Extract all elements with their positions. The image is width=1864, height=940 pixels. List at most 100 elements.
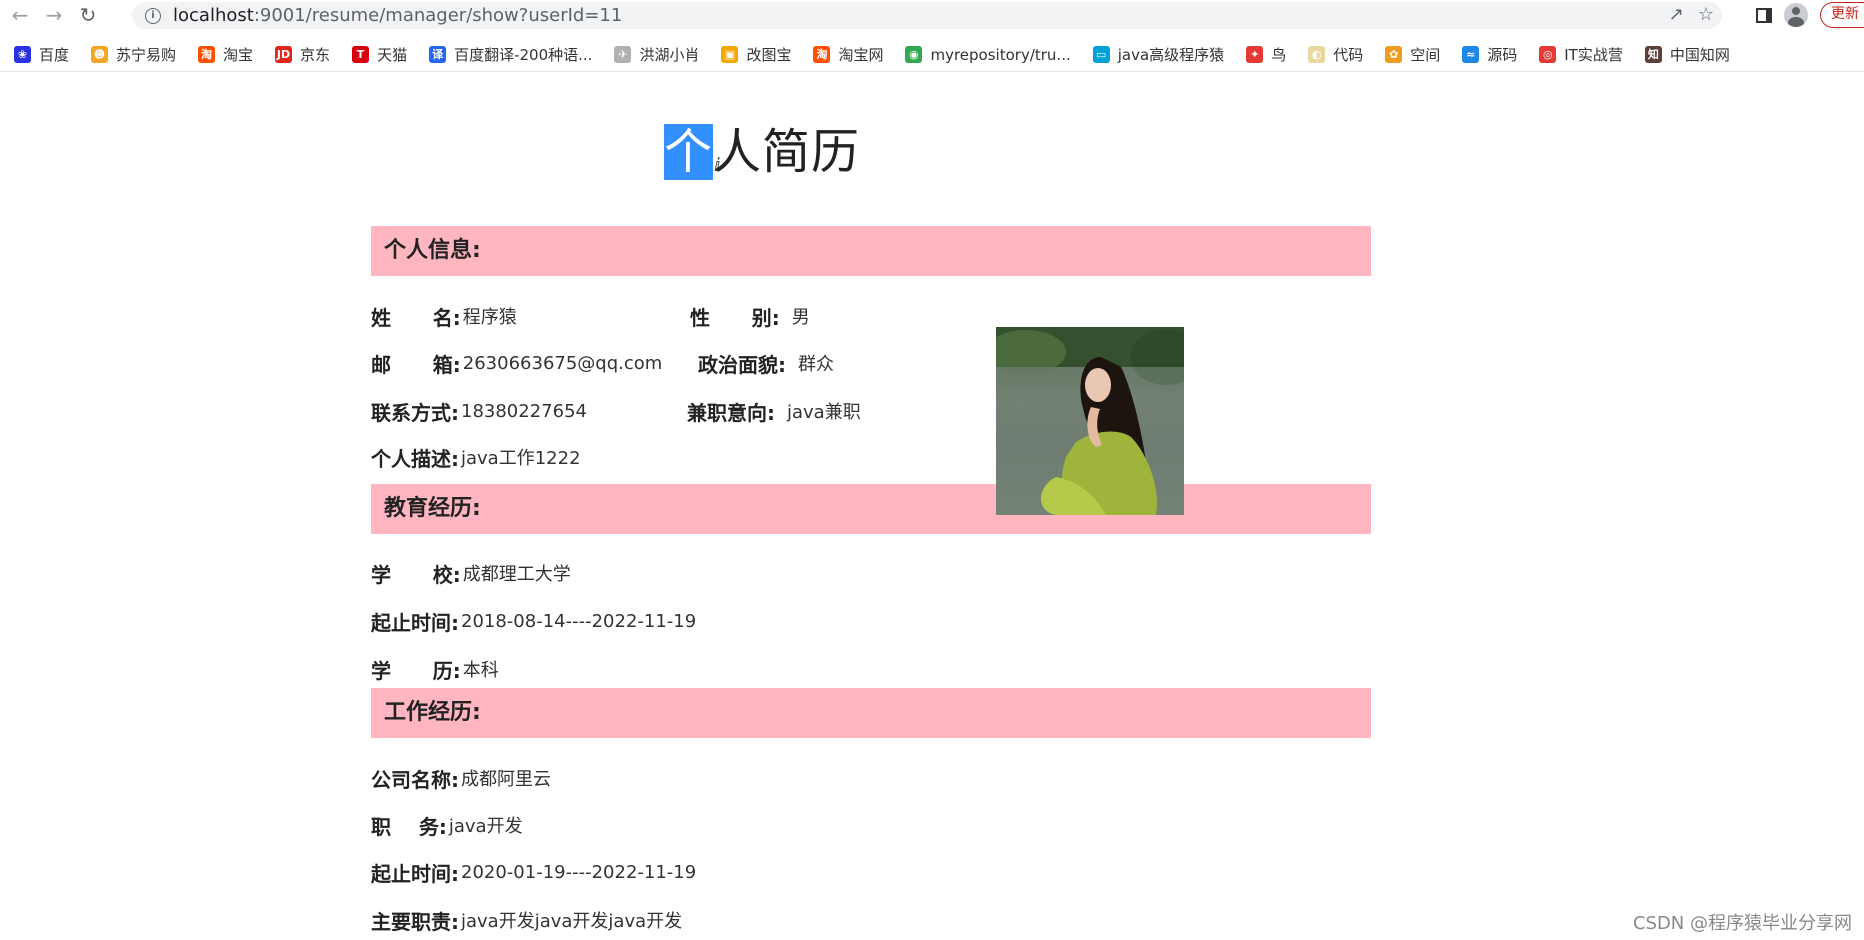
side-panel-icon[interactable] [1756,7,1772,23]
parttime-row: 兼职意向: java兼职 [687,397,861,425]
update-button[interactable]: 更新 [1820,2,1864,28]
position-row: 职 务: java开发 [371,811,523,839]
bookmark-label: java高级程序猿 [1117,46,1225,64]
school-row: 学 校: 成都理工大学 [371,559,571,587]
name-label: 姓 名: [371,305,461,330]
email-value: 2630663675@qq.com [462,352,663,374]
gender-row: 性 别: 男 [690,302,810,330]
company-label: 公司名称: [371,767,459,792]
contact-label: 联系方式: [371,400,459,425]
political-row: 政治面貌: 群众 [698,349,834,377]
profile-avatar-icon[interactable] [1784,3,1808,27]
degree-value: 本科 [462,660,499,681]
bookmark-label: 代码 [1333,46,1364,64]
bird-icon: ✈ [614,46,632,63]
position-value: java开发 [448,816,523,837]
title-selected-text[interactable]: 个 [664,124,714,180]
edu-period-label: 起止时间: [371,610,459,635]
browser-toolbar: ← → ↻ i localhost:9001/resume/manager/sh… [0,0,1864,30]
name-value: 程序猿 [462,307,517,328]
edu-period-row: 起止时间: 2018-08-14----2022-11-19 [371,607,696,635]
bookmark-label: 淘宝 [223,46,254,64]
bookmark-item[interactable]: ◐ 代码 [1308,44,1363,65]
degree-label: 学 历: [371,658,461,683]
reload-icon[interactable]: ↻ [74,1,102,29]
work-period-row: 起止时间: 2020-01-19----2022-11-19 [371,858,696,886]
bookmark-label: 洪湖小肖 [639,46,700,64]
bookmark-item[interactable]: ✿ 空间 [1385,44,1440,65]
bookmark-label: 百度 [39,46,70,64]
cnki-icon: 知 [1644,46,1662,63]
bookmark-item[interactable]: ≈ 源码 [1462,44,1517,65]
address-bar[interactable]: i localhost:9001/resume/manager/show?use… [132,2,1722,29]
bookmark-item[interactable]: ❀ 百度 [14,44,69,65]
url-path: :9001/resume/manager/show?userId=11 [253,5,623,26]
political-label: 政治面貌: [698,352,786,377]
bookmark-star-icon[interactable]: ☆ [1698,4,1714,25]
bookmark-label: 鸟 [1271,46,1287,64]
bookmark-item[interactable]: 淘淘宝网 [813,44,883,65]
bookmark-label: 空间 [1410,46,1441,64]
page-title: 个人简历 [664,124,860,180]
share-icon[interactable]: ↗ [1669,4,1684,25]
site-info-icon[interactable]: i [145,7,161,24]
taobao-web-icon: 淘 [813,46,831,63]
bookmark-item[interactable]: JD 京东 [275,44,330,65]
political-value: 群众 [798,354,834,375]
bookmark-label: 苏宁易购 [116,46,177,64]
code-icon: ◐ [1308,46,1326,63]
bookmark-label: 淘宝网 [838,46,884,64]
description-label: 个人描述: [371,446,459,471]
bookmark-label: IT实战营 [1564,46,1623,64]
degree-row: 学 历: 本科 [371,655,499,683]
chrome-icon: ◉ [905,46,923,63]
bookmark-item[interactable]: 淘淘宝 [198,44,253,65]
title-text: 人简历 [713,124,861,180]
duty-label: 主要职责: [371,909,459,934]
email-label: 邮 箱: [371,352,461,377]
back-arrow-icon[interactable]: ← [6,1,34,29]
personal-info-header: 个人信息: [371,226,1371,276]
bookmark-item[interactable]: ▭ java高级程序猿 [1092,44,1225,65]
name-row: 姓 名: 程序猿 [371,302,517,330]
bookmark-item[interactable]: 译百度翻译-200种语... [429,44,592,65]
url-text[interactable]: localhost:9001/resume/manager/show?userI… [173,5,622,26]
bookmark-label: 百度翻译-200种语... [454,46,593,64]
profile-photo [996,327,1184,515]
bookmark-item[interactable]: ◎ IT实战营 [1539,44,1623,65]
bookmark-item[interactable]: ◉ myrepository/tru... [905,46,1071,64]
contact-value: 18380227654 [461,400,587,422]
bookmark-label: 改图宝 [746,46,792,64]
duty-row: 主要职责: java开发java开发java开发 [371,906,682,934]
bookmark-item[interactable]: ☻ 苏宁易购 [91,44,176,65]
baidu-translate-icon: 译 [429,46,447,63]
suning-lion-icon: ☻ [91,46,109,63]
bookmarks-bar: ❀ 百度 ☻ 苏宁易购淘淘宝 JD 京东 T 天猫译百度翻译-200种语... ✈ 洪湖小肖 ▣ 改图… [0,38,1864,72]
school-value: 成都理工大学 [462,564,571,585]
bookmark-label: 京东 [300,46,331,64]
bookmark-item[interactable]: T 天猫 [352,44,407,65]
bookmark-label: 天猫 [377,46,408,64]
gaitubao-icon: ▣ [721,46,739,63]
bilibili-tv-icon: ▭ [1092,46,1110,63]
forward-arrow-icon[interactable]: → [40,1,68,29]
photo-illustration [996,327,1184,515]
bookmark-item[interactable]: ✦ 鸟 [1246,44,1286,65]
email-row: 邮 箱: 2630663675@qq.com [371,349,662,377]
red-bird-icon: ✦ [1246,46,1264,63]
bookmark-item[interactable]: ✈ 洪湖小肖 [614,44,699,65]
baidu-paw-icon: ❀ [14,46,31,63]
description-value: java工作1222 [461,448,581,469]
work-header: 工作经历: [371,688,1371,738]
work-period-value: 2020-01-19----2022-11-19 [461,861,697,883]
bookmark-item[interactable]: 知中国知网 [1644,44,1730,65]
bookmark-label: 源码 [1487,46,1518,64]
company-value: 成都阿里云 [461,769,551,790]
bookmark-item[interactable]: ▣ 改图宝 [721,44,791,65]
url-host: localhost [173,5,254,26]
duty-value: java开发java开发java开发 [461,911,683,932]
source-fish-icon: ≈ [1462,46,1480,63]
description-row: 个人描述: java工作1222 [371,443,581,471]
edu-period-value: 2018-08-14----2022-11-19 [461,610,697,632]
photo-face [1085,368,1111,402]
